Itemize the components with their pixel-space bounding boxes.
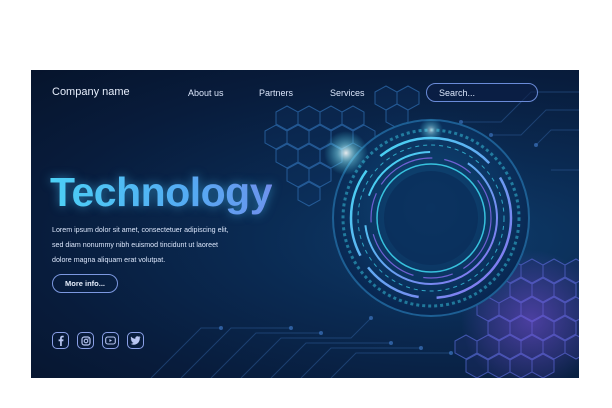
more-info-button[interactable]: More info... (52, 274, 118, 293)
youtube-icon[interactable] (102, 332, 119, 349)
nav-about-us[interactable]: About us (188, 88, 224, 98)
social-links (52, 332, 144, 349)
company-name[interactable]: Company name (52, 86, 130, 98)
hero-description-line: dolore magna aliquam erat volutpat. (52, 256, 166, 264)
twitter-icon[interactable] (127, 332, 144, 349)
hero-title: Technology (50, 169, 273, 215)
search-input[interactable] (426, 83, 538, 102)
hero-description-line: Lorem ipsum dolor sit amet, consectetuer… (52, 226, 229, 234)
nav-partners[interactable]: Partners (259, 88, 293, 98)
hero-description: Lorem ipsum dolor sit amet, consectetuer… (52, 223, 267, 268)
instagram-icon[interactable] (77, 332, 94, 349)
hero-description-line: sed diam nonummy nibh euismod tincidunt … (52, 241, 219, 249)
facebook-icon[interactable] (52, 332, 69, 349)
nav-services[interactable]: Services (330, 88, 365, 98)
hero-banner: Company name About us Partners Services … (31, 70, 579, 378)
